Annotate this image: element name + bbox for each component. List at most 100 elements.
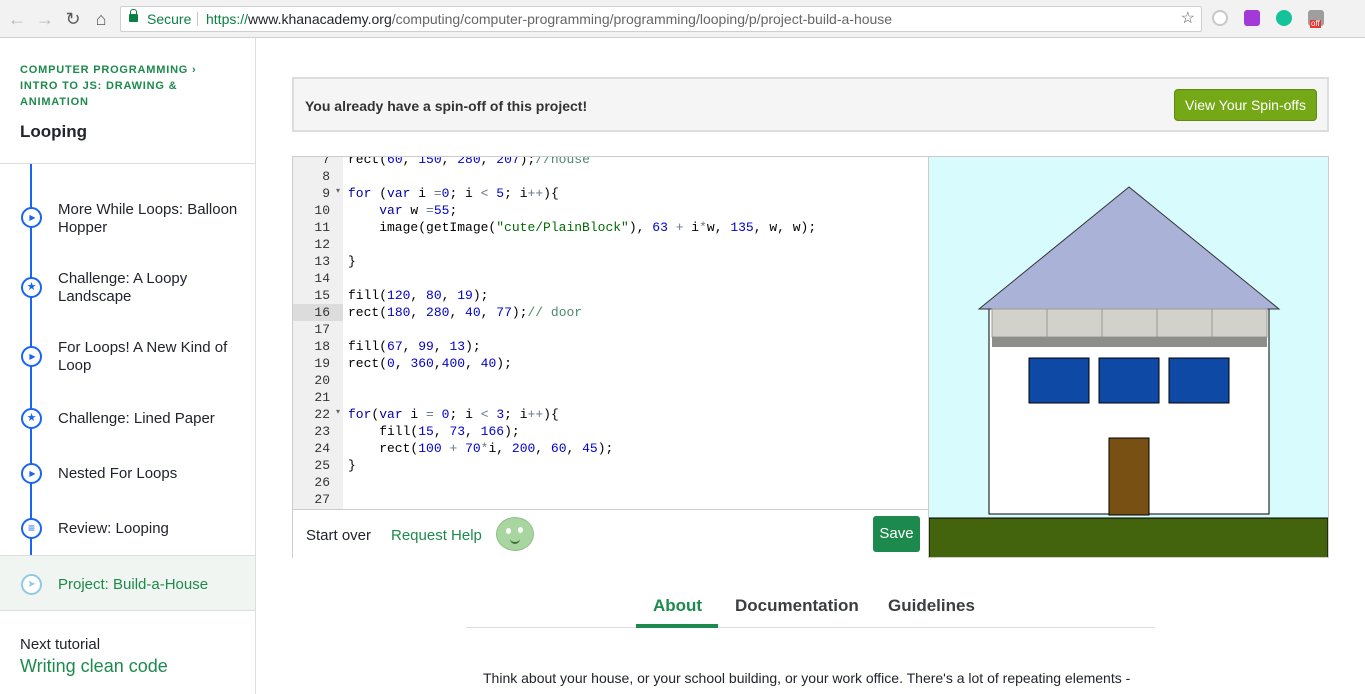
code-line[interactable]: } [348, 457, 356, 474]
line-number: 22 [314, 407, 330, 422]
sidebar-item-loopy-landscape[interactable]: Challenge: A Loopy Landscape [0, 259, 255, 315]
code-line[interactable]: image(getImage("cute/PlainBlock"), 63 + … [348, 219, 816, 236]
extension-badge: off [1310, 19, 1321, 28]
url-text: https://www.khanacademy.org/computing/co… [206, 11, 893, 27]
sidebar-item-for-loops[interactable]: For Loops! A New Kind of Loop [0, 328, 255, 384]
sidebar-item-label: More While Loops: Balloon Hopper [58, 201, 238, 236]
code-line[interactable]: fill(120, 80, 19); [348, 287, 488, 304]
line-number: 26 [314, 475, 330, 490]
forward-arrow-icon[interactable]: → [34, 8, 56, 30]
line-number-gutter: 7 8 9 ▾ 10 11 12 13 14 15 16 17 18 19 20 21 22 ▾ 23 24 25 26 2… [293, 157, 343, 509]
tab-about[interactable]: About [653, 596, 702, 616]
window [1098, 357, 1160, 404]
sidebar-item-build-a-house[interactable]: Project: Build-a-House [0, 555, 255, 611]
spinoff-message: You already have a spin-off of this proj… [305, 98, 588, 114]
next-tutorial-link[interactable]: Writing clean code [20, 656, 168, 677]
code-line[interactable]: fill(15, 73, 166); [348, 423, 519, 440]
line-number: 7 [322, 157, 330, 167]
sidebar-item-nested-for-loops[interactable]: Nested For Loops [0, 445, 255, 501]
help-blob-avatar-icon[interactable] [496, 517, 534, 551]
line-number: 9 [322, 186, 330, 201]
lock-icon [129, 9, 138, 22]
code-line[interactable]: rect(100 + 70*i, 200, 60, 45); [348, 440, 613, 457]
spinoff-notice: You already have a spin-off of this proj… [292, 77, 1329, 132]
line-number: 24 [314, 441, 330, 456]
home-icon[interactable]: ⌂ [90, 8, 112, 30]
code-line[interactable]: for(var i = 0; i < 3; i++){ [348, 406, 559, 423]
start-over-button[interactable]: Start over [306, 527, 371, 544]
tabs-divider [466, 627, 1155, 628]
star-icon [21, 277, 42, 298]
code-line[interactable]: var w =55; [348, 202, 457, 219]
extension-puzzle-icon[interactable] [1244, 10, 1260, 26]
line-number: 12 [314, 237, 330, 252]
bookmark-star-icon[interactable]: ☆ [1181, 7, 1195, 31]
window-row [1028, 357, 1230, 404]
code-line[interactable]: for (var i =0; i < 5; i++){ [348, 185, 559, 202]
plain-block [1211, 308, 1268, 338]
rocket-icon [21, 574, 42, 595]
program-output-canvas[interactable] [928, 156, 1329, 559]
address-separator [197, 12, 198, 26]
document-icon [21, 518, 42, 539]
block-shadow [1212, 337, 1267, 347]
sidebar-item-label: For Loops! A New Kind of Loop [58, 339, 228, 374]
browser-toolbar: ← → ↻ ⌂ Secure https://www.khanacademy.o… [0, 0, 1365, 38]
sidebar-item-review-looping[interactable]: Review: Looping [0, 500, 255, 556]
tab-documentation[interactable]: Documentation [735, 596, 859, 616]
line-number: 18 [314, 339, 330, 354]
code-line[interactable]: rect(0, 360,400, 40); [348, 355, 512, 372]
fold-arrow-icon[interactable]: ▾ [336, 407, 340, 416]
fold-arrow-icon[interactable]: ▾ [336, 186, 340, 195]
line-number: 20 [314, 373, 330, 388]
plain-block [1046, 308, 1103, 338]
next-tutorial-label: Next tutorial [20, 636, 101, 653]
view-spinoffs-button[interactable]: View Your Spin-offs [1174, 89, 1317, 121]
code-line[interactable]: rect(180, 280, 40, 77);// door [348, 304, 582, 321]
house-drawing [928, 157, 1329, 559]
reload-icon[interactable]: ↻ [62, 8, 84, 30]
request-help-link[interactable]: Request Help [391, 527, 482, 544]
code-line[interactable]: rect(60, 150, 280, 207);//house [348, 157, 590, 168]
block-shadow [1047, 337, 1102, 347]
sidebar-item-label: Challenge: Lined Paper [58, 410, 215, 427]
sidebar-item-more-while-loops[interactable]: More While Loops: Balloon Hopper [0, 190, 255, 246]
sidebar-item-lined-paper[interactable]: Challenge: Lined Paper [0, 390, 255, 446]
sidebar-item-label: Project: Build-a-House [58, 576, 209, 593]
code-line[interactable]: } [348, 253, 356, 270]
line-number: 21 [314, 390, 330, 405]
line-number: 10 [314, 203, 330, 218]
tab-guidelines[interactable]: Guidelines [888, 596, 975, 616]
breadcrumb-primary[interactable]: COMPUTER PROGRAMMING › [20, 62, 197, 78]
editor-footer: Start over Request Help Save [293, 509, 929, 558]
line-number: 17 [314, 322, 330, 337]
line-number: 14 [314, 271, 330, 286]
code-text-area[interactable]: rect(60, 150, 280, 207);//house for (var … [343, 157, 929, 509]
save-button[interactable]: Save [873, 516, 920, 552]
extension-grammarly-icon[interactable] [1276, 10, 1292, 26]
address-bar[interactable]: Secure https://www.khanacademy.org/compu… [120, 6, 1202, 32]
chevron-right-icon: › [192, 64, 197, 76]
extension-toggle-icon[interactable]: off [1308, 10, 1324, 28]
extension-clock-icon[interactable] [1212, 10, 1228, 26]
block-shadow [1102, 337, 1157, 347]
line-number: 27 [314, 492, 330, 507]
breadcrumb-secondary-line2[interactable]: ANIMATION [20, 94, 89, 110]
plain-block [1156, 308, 1213, 338]
block-row [991, 308, 1268, 347]
line-number: 11 [314, 220, 330, 235]
sidebar-divider [0, 163, 255, 164]
topic-title: Looping [20, 122, 88, 141]
line-number: 23 [314, 424, 330, 439]
block-shadow [1157, 337, 1212, 347]
play-icon [21, 346, 42, 367]
back-arrow-icon[interactable]: ← [6, 8, 28, 30]
line-number: 16 [314, 305, 330, 320]
code-line[interactable]: fill(67, 99, 13); [348, 338, 481, 355]
tutorial-sidebar: COMPUTER PROGRAMMING › INTRO TO JS: DRAW… [0, 38, 256, 694]
line-number: 15 [314, 288, 330, 303]
line-number: 13 [314, 254, 330, 269]
play-icon [21, 207, 42, 228]
breadcrumb-secondary-line1[interactable]: INTRO TO JS: DRAWING & [20, 78, 177, 94]
window [1168, 357, 1230, 404]
